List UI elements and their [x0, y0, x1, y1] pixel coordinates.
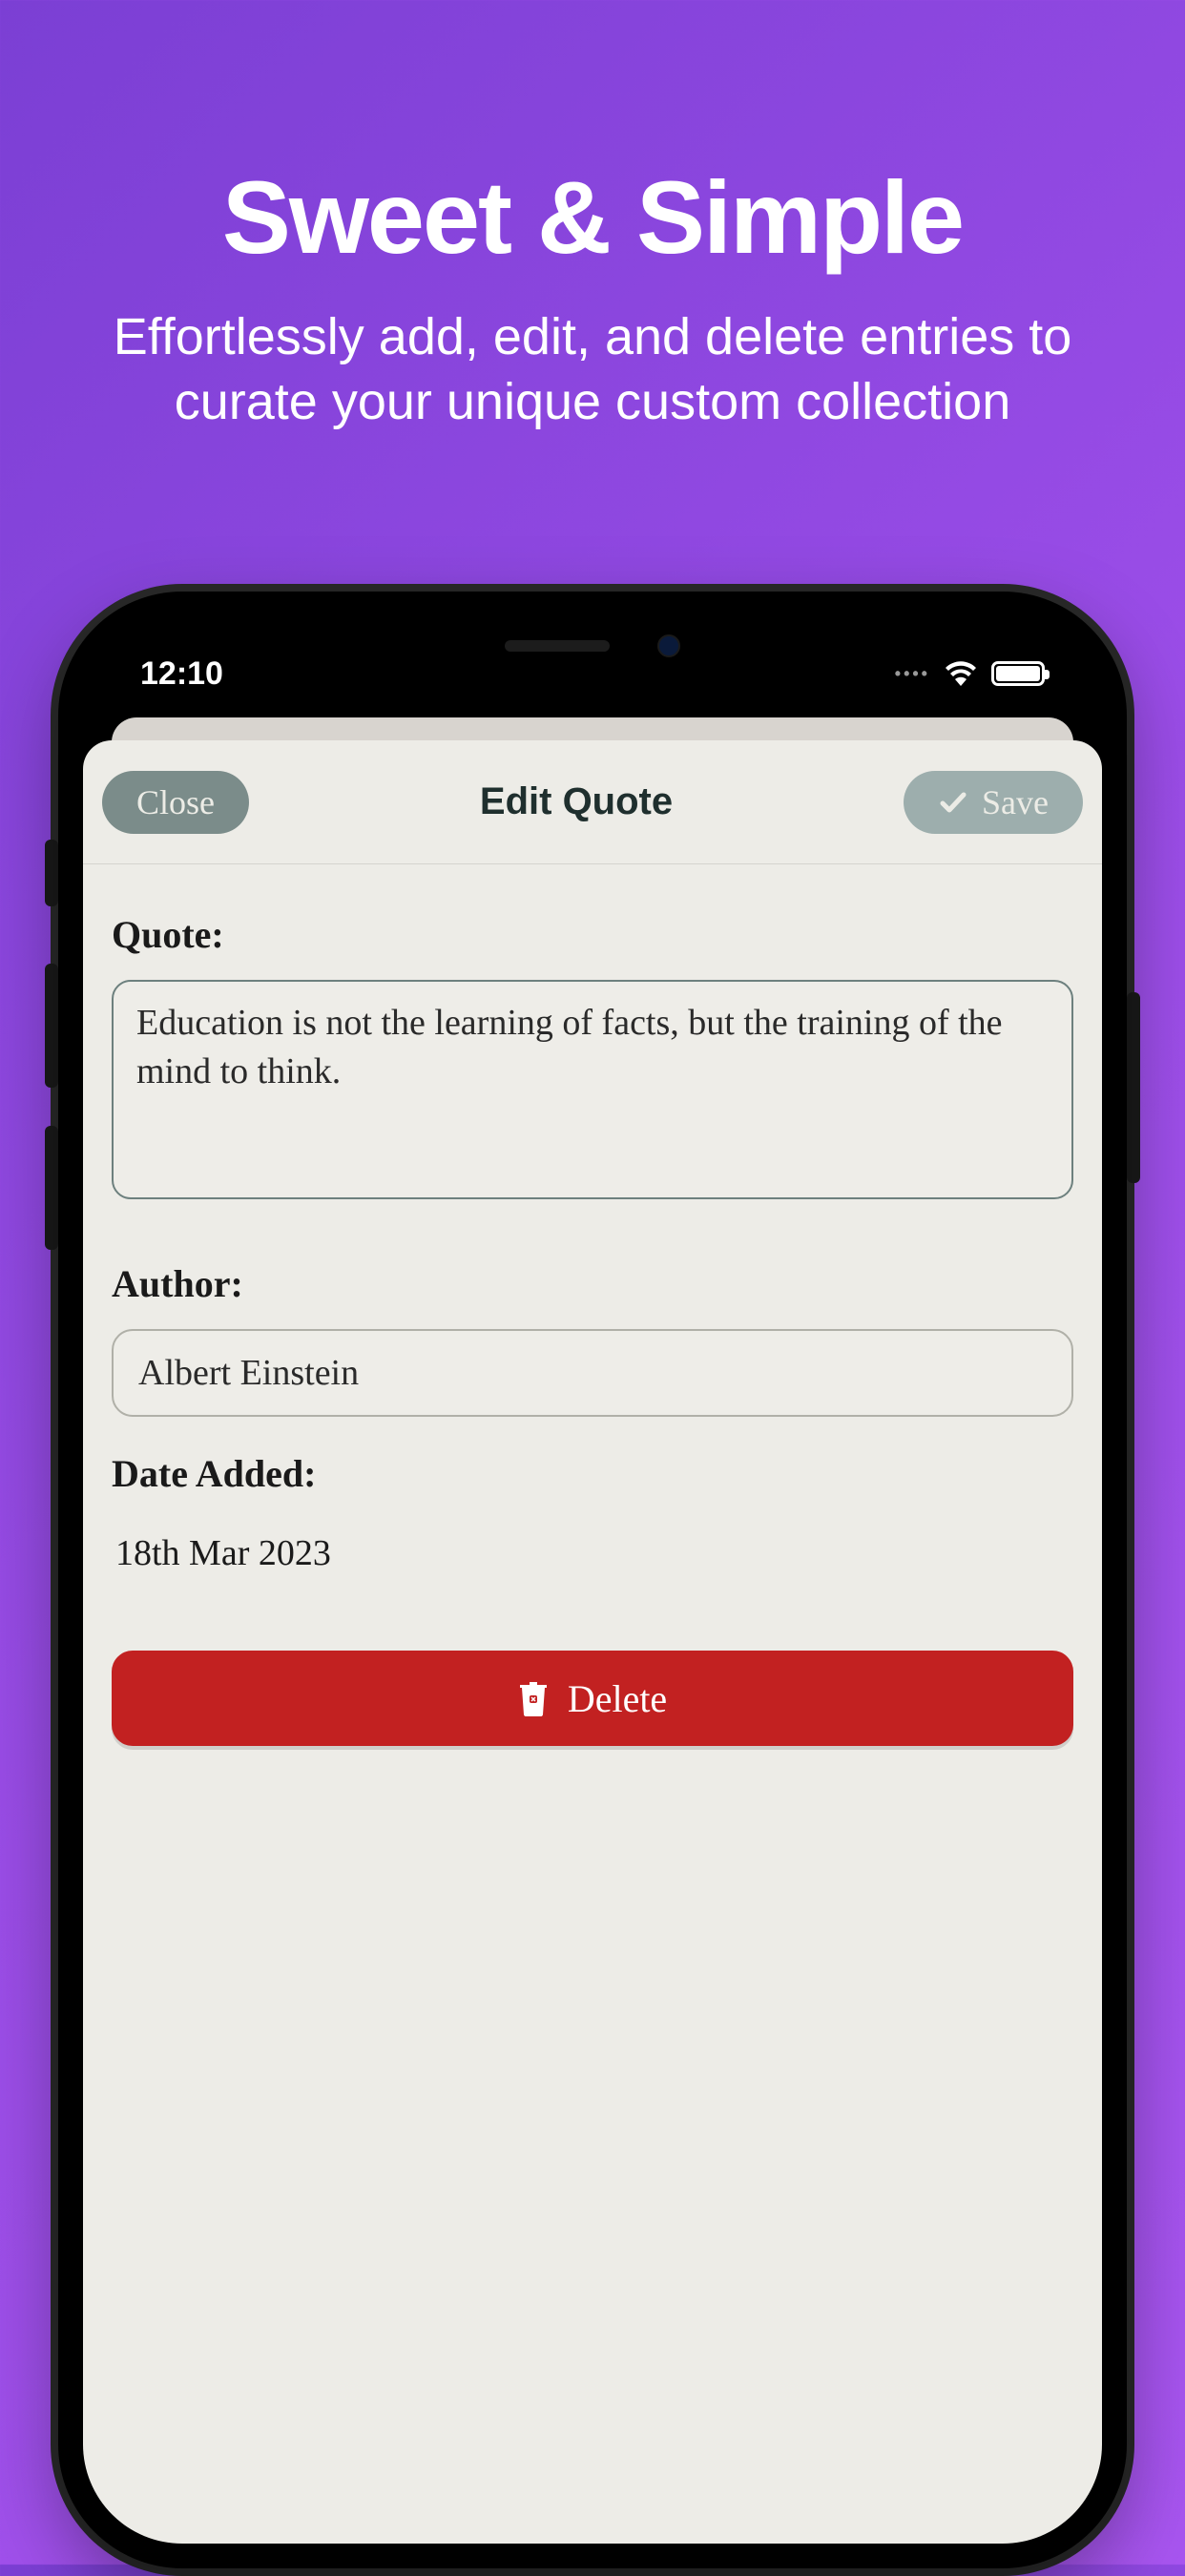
promo-title: Sweet & Simple [0, 157, 1185, 277]
author-label: Author: [112, 1261, 1073, 1306]
edit-sheet: Close Edit Quote Save Quote: [83, 740, 1102, 2544]
quote-label: Quote: [112, 912, 1073, 957]
phone-screen: 12:10 •••• [83, 616, 1102, 2544]
form-content: Quote: Author: Date Added: 18th Mar 2023 [83, 864, 1102, 1775]
promo-header: Sweet & Simple Effortlessly add, edit, a… [0, 0, 1185, 434]
sheet-title: Edit Quote [480, 780, 673, 823]
status-time: 12:10 [140, 655, 223, 693]
check-icon [938, 787, 968, 818]
delete-button[interactable]: Delete [112, 1651, 1073, 1746]
wifi-icon [944, 661, 978, 686]
save-button[interactable]: Save [904, 771, 1083, 834]
close-button[interactable]: Close [102, 771, 249, 834]
phone-frame: 12:10 •••• [58, 592, 1127, 2568]
trash-icon [518, 1680, 549, 1716]
notch [387, 616, 798, 675]
date-value: 18th Mar 2023 [112, 1519, 1073, 1574]
date-label: Date Added: [112, 1451, 1073, 1496]
author-input[interactable] [112, 1329, 1073, 1417]
promo-subtitle: Effortlessly add, edit, and delete entri… [0, 305, 1185, 434]
quote-textarea[interactable] [112, 980, 1073, 1199]
battery-icon [991, 661, 1045, 686]
signal-dots-icon: •••• [895, 664, 930, 684]
sheet-header: Close Edit Quote Save [83, 740, 1102, 864]
